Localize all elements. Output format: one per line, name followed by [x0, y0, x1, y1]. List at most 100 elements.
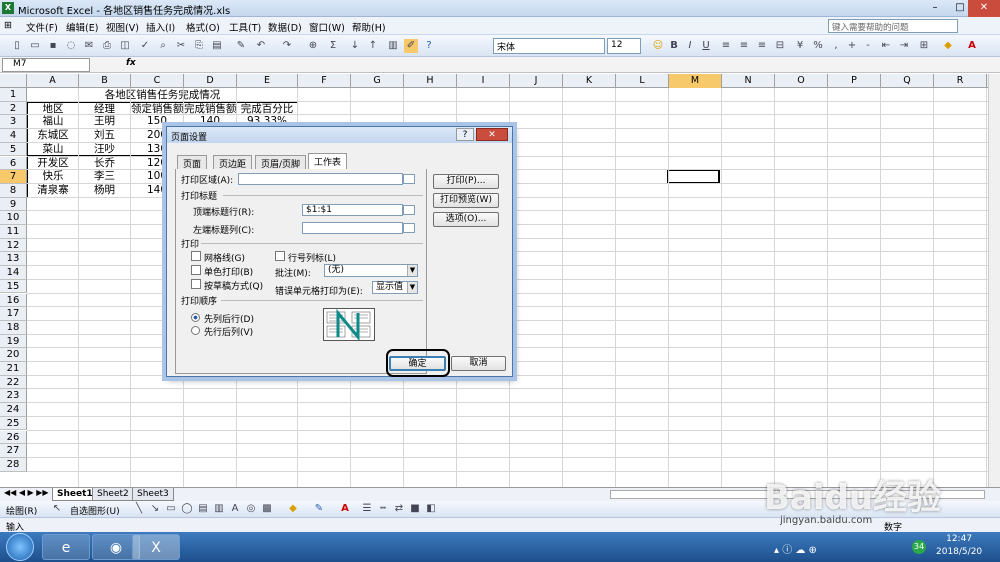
- align-left-icon[interactable]: ≡: [719, 39, 733, 53]
- column-header[interactable]: R: [934, 74, 987, 88]
- menu-window[interactable]: 窗口(W): [309, 20, 345, 34]
- menu-edit[interactable]: 编辑(E): [66, 20, 98, 34]
- comments-select[interactable]: (无): [324, 264, 418, 277]
- name-box[interactable]: M7: [2, 58, 90, 72]
- sheet-tab-3[interactable]: Sheet3: [132, 488, 174, 501]
- excel-doc-icon[interactable]: ⊞: [4, 20, 12, 31]
- fx-icon[interactable]: fx: [126, 58, 136, 68]
- cut-icon[interactable]: ✂: [174, 39, 188, 53]
- mono-checkbox[interactable]: [191, 265, 201, 275]
- decrease-decimal-icon[interactable]: -: [861, 39, 875, 53]
- row-header[interactable]: 6: [0, 156, 27, 171]
- column-header[interactable]: G: [351, 74, 404, 88]
- tab-nav-icons[interactable]: ◀◀ ◀ ▶ ▶▶: [4, 488, 49, 497]
- comma-icon[interactable]: ,: [829, 39, 843, 53]
- line-icon[interactable]: ╲: [132, 502, 146, 516]
- 3d-icon[interactable]: ◧: [424, 502, 438, 516]
- row-header[interactable]: 27: [0, 444, 27, 458]
- cell[interactable]: 领定销售额: [131, 101, 184, 116]
- font-name-select[interactable]: 宋体: [493, 38, 605, 54]
- print-icon[interactable]: ⎙: [100, 39, 114, 53]
- row-header[interactable]: 24: [0, 403, 27, 417]
- row-header[interactable]: 14: [0, 266, 27, 280]
- close-icon[interactable]: ✕: [968, 0, 1000, 17]
- column-header[interactable]: E: [237, 74, 298, 88]
- row-header[interactable]: 20: [0, 348, 27, 362]
- row-header[interactable]: 15: [0, 279, 27, 294]
- over-then-down-radio[interactable]: [191, 326, 200, 335]
- options-button[interactable]: 选项(O)...: [433, 212, 499, 227]
- cell[interactable]: 刘五: [79, 129, 131, 143]
- row-header[interactable]: 23: [0, 389, 27, 404]
- left-cols-picker-icon[interactable]: [403, 223, 415, 233]
- decrease-indent-icon[interactable]: ⇤: [879, 39, 893, 53]
- excel-taskbar-icon[interactable]: X: [132, 534, 180, 560]
- research-icon[interactable]: ⌕: [156, 39, 170, 53]
- rowcol-checkbox[interactable]: [275, 251, 285, 261]
- line-color-icon[interactable]: ✎: [312, 502, 326, 516]
- row-header[interactable]: 5: [0, 142, 27, 157]
- row-header[interactable]: 12: [0, 238, 27, 253]
- menu-file[interactable]: 文件(F): [26, 20, 58, 34]
- menu-help[interactable]: 帮助(H): [352, 20, 386, 34]
- menu-format[interactable]: 格式(O): [186, 20, 220, 34]
- cell[interactable]: 汪吵: [79, 142, 131, 157]
- wordart-icon[interactable]: A: [228, 502, 242, 516]
- row-header[interactable]: 1: [0, 88, 27, 102]
- tab-sheet[interactable]: 工作表: [308, 153, 348, 169]
- menu-tools[interactable]: 工具(T): [229, 20, 261, 34]
- sort-asc-icon[interactable]: ↓: [348, 39, 362, 53]
- currency-icon[interactable]: ¥: [793, 39, 807, 53]
- column-header[interactable]: A: [27, 74, 79, 88]
- spelling-icon[interactable]: ✓: [138, 39, 152, 53]
- cell[interactable]: 王明: [79, 115, 131, 130]
- column-header[interactable]: J: [510, 74, 563, 88]
- line-style-icon[interactable]: ☰: [360, 502, 374, 516]
- font-color-icon[interactable]: A: [965, 39, 979, 53]
- help-icon[interactable]: ?: [422, 39, 436, 53]
- select-objects-icon[interactable]: ↖: [50, 502, 64, 516]
- select-all-corner[interactable]: [0, 74, 27, 88]
- column-header[interactable]: D: [184, 74, 237, 88]
- column-header[interactable]: H: [404, 74, 457, 88]
- column-header[interactable]: F: [298, 74, 351, 88]
- active-cell-m7[interactable]: [667, 169, 720, 184]
- sheet-tab-1[interactable]: Sheet1: [52, 488, 98, 501]
- column-header[interactable]: P: [828, 74, 881, 88]
- row-header[interactable]: 9: [0, 197, 27, 212]
- cancel-button[interactable]: 取消: [451, 356, 506, 371]
- align-center-icon[interactable]: ≡: [737, 39, 751, 53]
- draw-menu[interactable]: 绘图(R): [6, 504, 37, 517]
- menu-insert[interactable]: 插入(I): [146, 20, 175, 34]
- column-header[interactable]: K: [563, 74, 616, 88]
- dash-style-icon[interactable]: ┅: [376, 502, 390, 516]
- cell[interactable]: 完成百分比: [237, 101, 298, 116]
- cell[interactable]: 杨明: [79, 183, 131, 198]
- bold-icon[interactable]: B: [667, 39, 681, 53]
- ie-icon[interactable]: e: [42, 534, 90, 560]
- vertical-textbox-icon[interactable]: ▥: [212, 502, 226, 516]
- print-area-input[interactable]: [238, 173, 403, 185]
- cell[interactable]: 福山: [27, 115, 79, 130]
- print-preview-button[interactable]: 打印预览(W): [433, 193, 499, 208]
- email-icon[interactable]: ✉: [82, 39, 96, 53]
- undo-icon[interactable]: ↶: [254, 39, 268, 53]
- permission-icon[interactable]: ◌: [64, 39, 78, 53]
- redo-icon[interactable]: ↷: [280, 39, 294, 53]
- column-header[interactable]: B: [79, 74, 131, 88]
- row-header[interactable]: 18: [0, 320, 27, 335]
- cell[interactable]: 李三: [79, 170, 131, 184]
- fill-color-icon[interactable]: ◆: [941, 39, 955, 53]
- row-header[interactable]: 28: [0, 457, 27, 472]
- menu-view[interactable]: 视图(V): [106, 20, 139, 34]
- column-header[interactable]: L: [616, 74, 669, 88]
- textbox-icon[interactable]: ▤: [196, 502, 210, 516]
- open-icon[interactable]: ▭: [28, 39, 42, 53]
- row-header[interactable]: 10: [0, 211, 27, 225]
- cell[interactable]: 完成销售额: [184, 101, 237, 116]
- oval-icon[interactable]: ◯: [180, 502, 194, 516]
- clock[interactable]: 12:47 2018/5/20: [936, 533, 982, 559]
- autoshapes-menu[interactable]: 自选图形(U): [70, 504, 120, 517]
- column-header[interactable]: I: [457, 74, 510, 88]
- row-header[interactable]: 3: [0, 115, 27, 130]
